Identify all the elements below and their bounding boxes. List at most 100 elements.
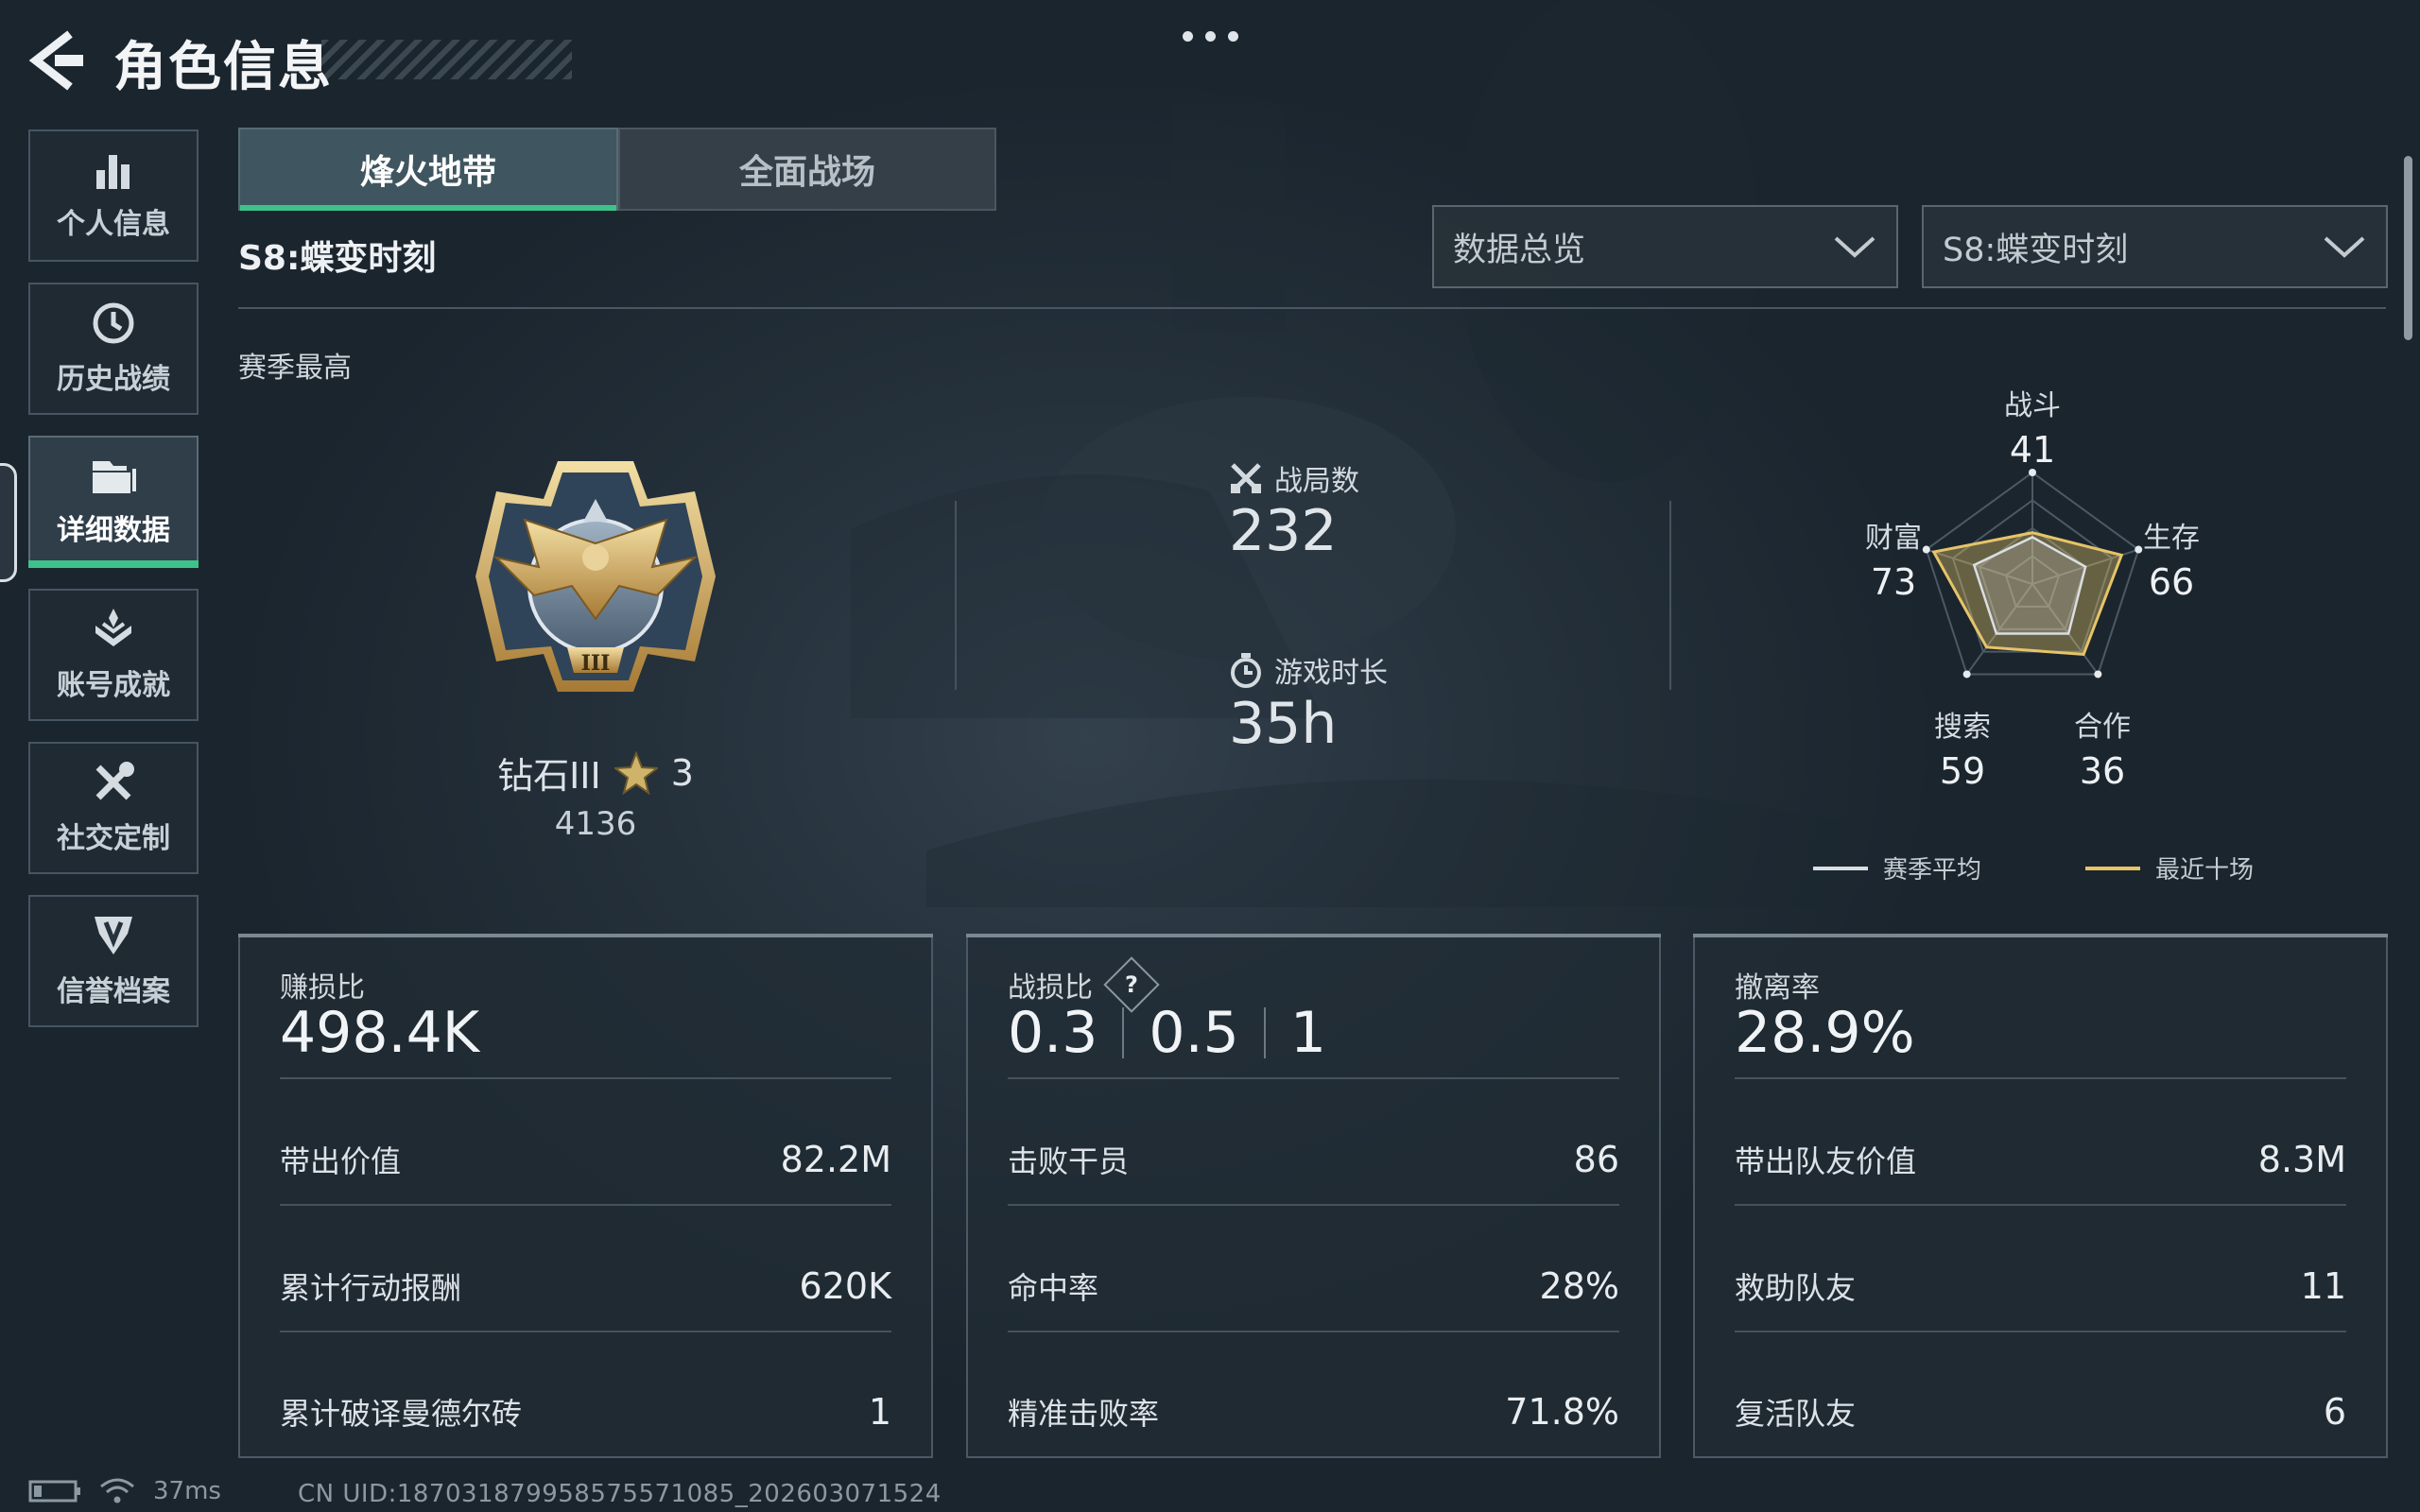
- legend-label: 最近十场: [2155, 856, 2255, 885]
- stat-label: 精准击败率: [1008, 1396, 1160, 1432]
- radar-axis-value: 73: [1871, 561, 1916, 603]
- divider: [280, 1331, 891, 1332]
- radar-axis-value: 66: [2149, 561, 2194, 603]
- diamond-rank-emblem-icon: III: [475, 461, 716, 692]
- legend-season-average: 赛季平均: [1813, 850, 1981, 885]
- chevron-down-icon: [2324, 236, 2365, 258]
- playtime-label: 游戏时长: [1229, 649, 1388, 691]
- divider: [1008, 1331, 1619, 1332]
- stat-value: 8.3M: [2257, 1139, 2346, 1180]
- sidebar-item-label: 详细数据: [57, 514, 170, 547]
- radar-axis-value: 59: [1940, 750, 1985, 792]
- stat-value: 71.8%: [1505, 1391, 1619, 1433]
- divider: [955, 501, 957, 690]
- ability-radar-chart: 战斗 41 生存 66 合作 36 搜索 59 财富 73: [1865, 389, 2200, 792]
- sidebar-item-label: 个人信息: [57, 208, 170, 241]
- legend-swatch: [2085, 866, 2140, 870]
- sidebar-item-label: 历史战绩: [57, 363, 170, 396]
- radar-axis-label: 战斗: [2004, 389, 2061, 422]
- stat-row: 复活队友 6: [1735, 1390, 2346, 1434]
- tab-beacon-zone[interactable]: 烽火地带: [238, 128, 618, 211]
- matches-label: 战局数: [1229, 457, 1359, 499]
- battery-icon: [28, 1480, 80, 1503]
- stat-row: 精准击败率 71.8%: [1008, 1390, 1619, 1434]
- ratio-value: 0.3: [1008, 1000, 1098, 1066]
- sidebar-item-social-customization[interactable]: 社交定制: [28, 742, 199, 874]
- stat-row: 救助队友 11: [1735, 1264, 2346, 1308]
- season-title: S8:蝶变时刻: [238, 239, 437, 278]
- rank-info: 钻石III 3: [482, 747, 709, 799]
- playtime-label-text: 游戏时长: [1274, 657, 1388, 690]
- radar-axis-value: 36: [2080, 750, 2125, 792]
- sidebar-handle[interactable]: [0, 463, 17, 582]
- stat-row: 累计行动报酬 620K: [280, 1264, 891, 1308]
- tools-icon: [95, 762, 134, 800]
- chevron-down-icon: [1834, 236, 1876, 258]
- ratio-value: 0.5: [1149, 1000, 1239, 1066]
- stat-label: 累计破译曼德尔砖: [280, 1396, 523, 1432]
- help-icon-glyph: ?: [1125, 971, 1138, 998]
- title-decoration: [321, 40, 572, 79]
- stat-row: 命中率 28%: [1008, 1264, 1619, 1308]
- stat-label: 带出价值: [280, 1143, 402, 1179]
- radar-vertex-dot: [1962, 670, 1971, 679]
- divider: [1008, 1077, 1619, 1079]
- more-options-button[interactable]: [1170, 25, 1250, 47]
- radar-axis-label: 合作: [2074, 711, 2131, 744]
- divider: [1735, 1204, 2346, 1206]
- extraction-card: 撤离率 28.9% 带出队友价值 8.3M 救助队友 11 复活队友 6: [1693, 934, 2388, 1458]
- sidebar-item-personal-info[interactable]: 个人信息: [28, 129, 199, 262]
- big-value: 28.9%: [1735, 1000, 1915, 1066]
- back-arrow-icon: [28, 30, 83, 91]
- radar-axis-label: 财富: [1865, 522, 1922, 555]
- rank-score: 4136: [554, 805, 637, 843]
- stat-value: 86: [1573, 1139, 1619, 1180]
- user-uid: CN UID:187031879958575571085_20260307152…: [298, 1480, 942, 1508]
- stat-value: 620K: [799, 1265, 891, 1307]
- extraction-rate-value: 28.9%: [1735, 1000, 1915, 1066]
- rank-name: 钻石III: [497, 755, 601, 797]
- stopwatch-icon: [1231, 653, 1261, 688]
- radar-axis-value: 41: [2010, 429, 2055, 471]
- wifi-icon: [100, 1478, 134, 1503]
- stat-label: 带出队友价值: [1735, 1143, 1917, 1179]
- divider: [1735, 1077, 2346, 1079]
- sidebar-item-label: 社交定制: [57, 822, 170, 855]
- stat-value: 11: [2300, 1265, 2346, 1307]
- sidebar-item-detailed-data[interactable]: 详细数据: [28, 436, 199, 568]
- season-select[interactable]: S8:蝶变时刻: [1922, 205, 2388, 288]
- stat-row: 击败干员 86: [1008, 1138, 1619, 1181]
- sidebar-item-achievements[interactable]: 账号成就: [28, 589, 199, 721]
- radar-vertex-dot: [1922, 545, 1930, 554]
- combat-ratio-values: 0.3 0.5 1: [1008, 1000, 1326, 1066]
- sidebar-item-credit-record[interactable]: 信誉档案: [28, 895, 199, 1027]
- matches-label-text: 战局数: [1274, 465, 1359, 498]
- radar-axis-label: 生存: [2143, 522, 2200, 555]
- legend-recent-ten: 最近十场: [2085, 850, 2254, 885]
- rank-stars: 3: [670, 751, 694, 794]
- view-select[interactable]: 数据总览: [1432, 205, 1898, 288]
- history-clock-icon: [93, 302, 134, 344]
- stat-row: 带出价值 82.2M: [280, 1138, 891, 1181]
- legend-swatch: [1813, 866, 1868, 870]
- stat-label: 击败干员: [1008, 1143, 1130, 1179]
- radar-axis-label: 搜索: [1934, 711, 1991, 744]
- divider: [1669, 501, 1671, 690]
- playtime-value: 35h: [1229, 691, 1338, 757]
- stat-row: 累计破译曼德尔砖 1: [280, 1390, 891, 1434]
- tab-full-battlefield[interactable]: 全面战场: [618, 128, 996, 211]
- ratio-value: 1: [1289, 1000, 1327, 1066]
- stat-row: 带出队友价值 8.3M: [1735, 1138, 2346, 1181]
- stat-value: 82.2M: [780, 1139, 891, 1180]
- sidebar-item-label: 账号成就: [57, 669, 170, 702]
- scrollbar[interactable]: [2404, 156, 2412, 340]
- divider: [1735, 1331, 2346, 1332]
- stat-value: 1: [868, 1391, 891, 1433]
- big-value: 498.4K: [280, 1000, 480, 1066]
- stat-label: 累计行动报酬: [280, 1270, 462, 1306]
- sidebar-item-history[interactable]: 历史战绩: [28, 283, 199, 415]
- sidebar-item-label: 信誉档案: [57, 975, 170, 1008]
- radar-vertex-dot: [2135, 545, 2143, 554]
- back-button[interactable]: [26, 28, 85, 93]
- stat-value: 28%: [1539, 1265, 1619, 1307]
